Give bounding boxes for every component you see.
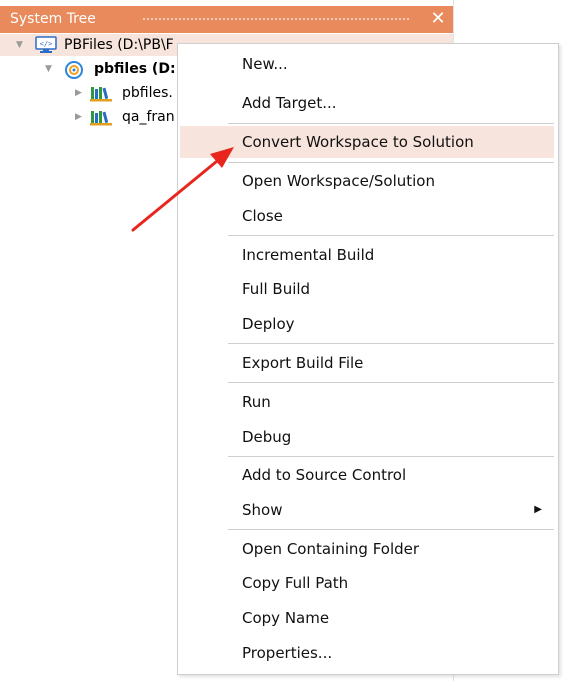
submenu-arrow-icon: ▶ [534, 504, 542, 515]
menu-item-label: Show [242, 501, 283, 519]
menu-separator [228, 382, 554, 383]
menu-item-label: Convert Workspace to Solution [242, 133, 474, 151]
menu-item-label: Close [242, 207, 283, 225]
menu-separator [228, 343, 554, 344]
context-menu: New... Add Target... Convert Workspace t… [177, 43, 559, 675]
menu-item-label: New... [242, 55, 288, 73]
menu-separator [228, 529, 554, 530]
menu-item-export-build-file[interactable]: Export Build File [180, 347, 554, 379]
menu-item-label: Add Target... [242, 94, 337, 112]
library-label: qa_fran [122, 109, 175, 125]
menu-item-label: Deploy [242, 315, 295, 333]
expand-arrow-icon[interactable]: ▶ [75, 112, 85, 122]
menu-item-open-workspace[interactable]: Open Workspace/Solution [180, 165, 554, 197]
menu-separator [228, 162, 554, 163]
close-panel-button[interactable]: ✕ [428, 8, 448, 30]
menu-item-label: Run [242, 393, 271, 411]
menu-item-label: Add to Source Control [242, 466, 407, 484]
menu-item-label: Open Containing Folder [242, 540, 420, 558]
menu-item-open-containing-folder[interactable]: Open Containing Folder [180, 533, 554, 565]
menu-item-copy-full-path[interactable]: Copy Full Path [180, 567, 554, 599]
menu-item-copy-name[interactable]: Copy Name [180, 602, 554, 634]
menu-item-debug[interactable]: Debug [180, 421, 554, 453]
menu-item-properties[interactable]: Properties... [180, 637, 554, 669]
menu-item-label: Properties... [242, 644, 333, 662]
menu-item-add-target[interactable]: Add Target... [180, 87, 554, 119]
menu-item-label: Copy Name [242, 609, 330, 627]
menu-item-convert-workspace[interactable]: Convert Workspace to Solution [180, 126, 554, 158]
menu-item-label: Incremental Build [242, 246, 375, 264]
collapse-arrow-icon[interactable]: ▼ [45, 64, 55, 74]
menu-item-deploy[interactable]: Deploy [180, 308, 554, 340]
library-icon [90, 108, 114, 133]
menu-separator [228, 235, 554, 236]
target-label: pbfiles (D: [94, 61, 176, 77]
expand-arrow-icon[interactable]: ▶ [75, 88, 85, 98]
menu-item-close[interactable]: Close [180, 200, 554, 232]
menu-item-label: Debug [242, 428, 292, 446]
drag-grip[interactable] [142, 17, 410, 22]
panel-titlebar[interactable]: System Tree ✕ [0, 6, 453, 33]
menu-item-label: Copy Full Path [242, 574, 349, 592]
menu-item-label: Open Workspace/Solution [242, 172, 435, 190]
svg-text:</>: </> [40, 40, 53, 48]
library-label: pbfiles. [122, 85, 173, 101]
menu-item-incremental-build[interactable]: Incremental Build [180, 239, 554, 271]
menu-item-new[interactable]: New... [180, 48, 554, 80]
menu-item-add-to-source-control[interactable]: Add to Source Control [180, 459, 554, 491]
panel-title: System Tree [10, 11, 96, 27]
menu-item-label: Export Build File [242, 354, 364, 372]
menu-separator [228, 123, 554, 124]
menu-separator [228, 456, 554, 457]
workspace-label: PBFiles (D:\PB\F [64, 37, 174, 53]
menu-item-show[interactable]: Show ▶ [180, 494, 554, 526]
collapse-arrow-icon[interactable]: ▼ [16, 40, 26, 50]
menu-item-label: Full Build [242, 280, 311, 298]
menu-item-run[interactable]: Run [180, 386, 554, 418]
menu-item-full-build[interactable]: Full Build [180, 273, 554, 305]
